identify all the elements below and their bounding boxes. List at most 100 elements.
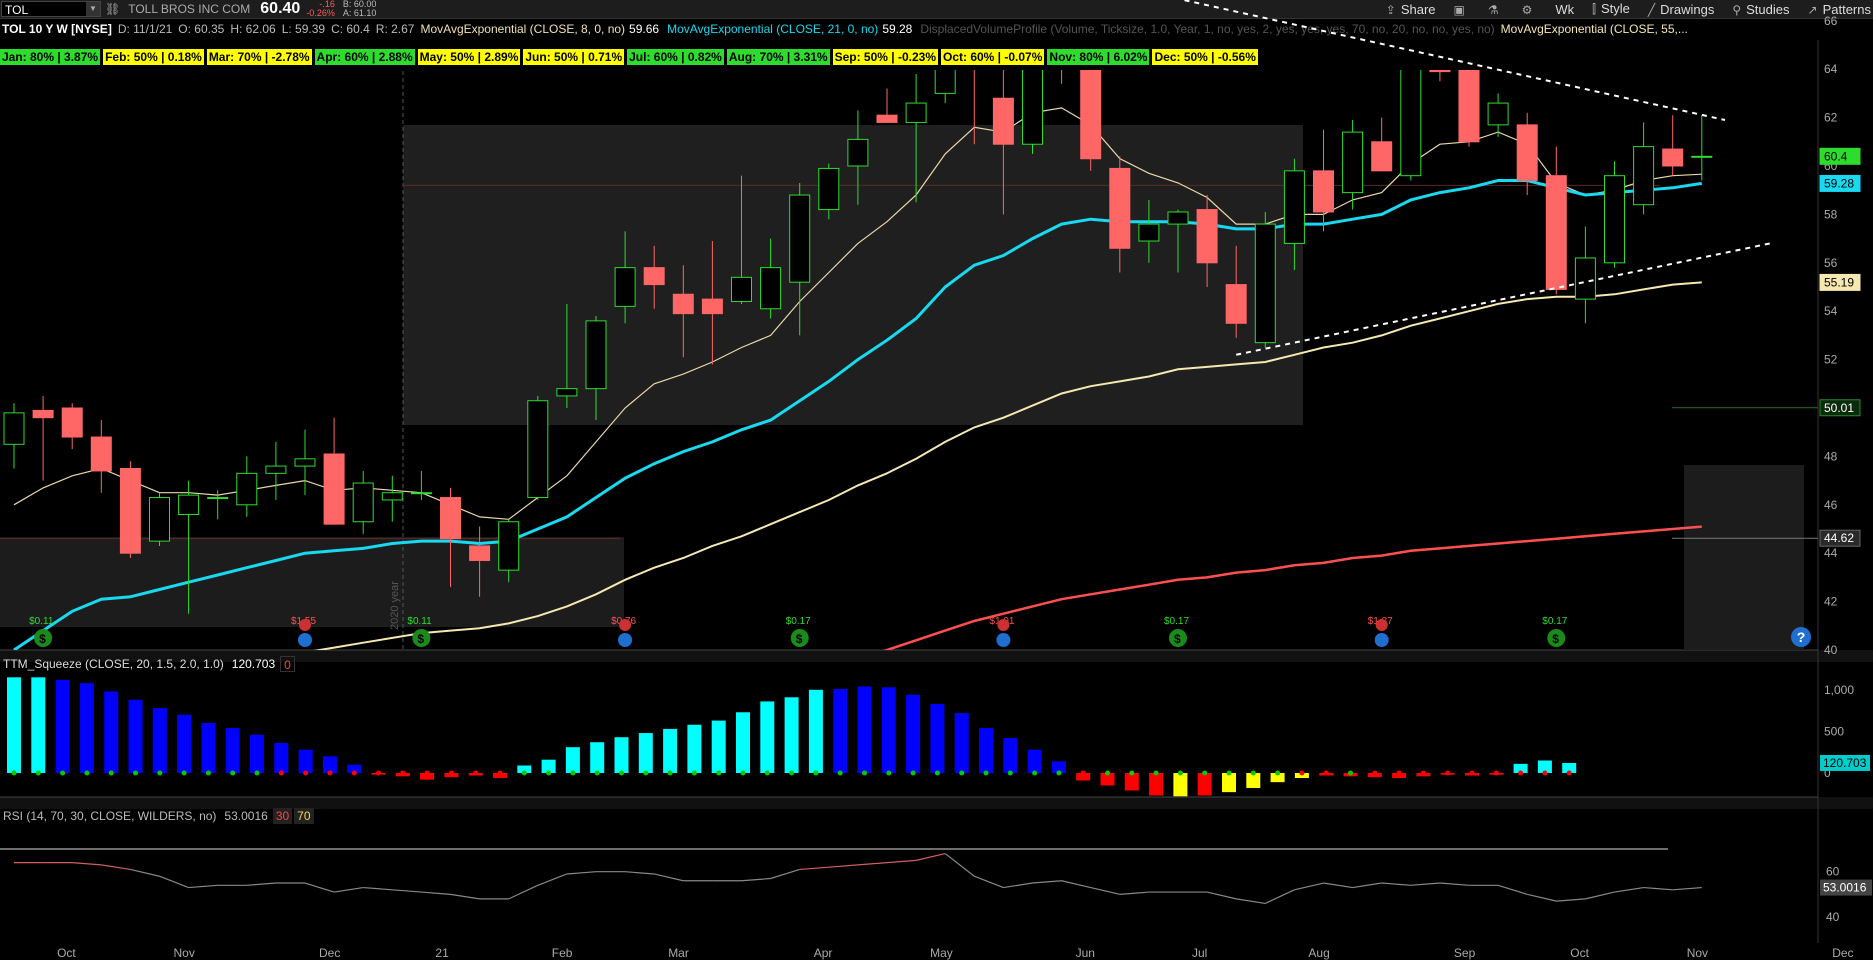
candle	[236, 456, 258, 517]
ttm-dot	[862, 770, 867, 776]
candle-body-up	[1633, 146, 1655, 206]
candle-body-up	[789, 194, 811, 283]
ttm-dot	[1469, 770, 1475, 776]
symbol-input[interactable]: TOL ▼	[1, 1, 101, 17]
candle-body-up	[149, 497, 170, 542]
ohlc-open: O: 60.35	[178, 22, 225, 36]
settings-button[interactable]: ⚙	[1522, 2, 1538, 17]
ttm-value-bubble-label: 120.703	[1823, 756, 1867, 770]
candle	[614, 231, 636, 324]
help-icon[interactable]: ?	[1791, 627, 1811, 647]
price-bubble-label: 60.4	[1824, 149, 1848, 163]
dvp-label[interactable]: DisplacedVolumeProfile (Volume, Ticksize…	[918, 21, 1496, 37]
screenshot-button[interactable]: ▣	[1454, 2, 1470, 17]
candle	[323, 417, 345, 525]
chevron-down-icon[interactable]: ▼	[86, 2, 100, 16]
candle-body-down	[672, 293, 694, 315]
ttm-bar	[565, 747, 580, 773]
rsi-segment	[72, 862, 102, 866]
ttm-bar	[493, 773, 507, 778]
candle-body-down	[1662, 148, 1684, 167]
price-tick-label: 62	[1824, 111, 1838, 125]
ttm-bar	[1124, 773, 1139, 791]
ttm-bar	[1537, 760, 1552, 773]
price-tick-label: 50	[1824, 401, 1838, 415]
ttm-dot	[1056, 770, 1062, 776]
rsi-segment	[1323, 882, 1353, 889]
ttm-dot	[1396, 770, 1402, 776]
main-pane	[3, 70, 1713, 650]
style-button[interactable]: ⫿ Style	[1592, 1, 1630, 17]
flask-study-icon: ⚲	[1732, 2, 1742, 17]
rsi-study-name[interactable]: RSI (14, 70, 30, CLOSE, WILDERS, no)	[0, 808, 219, 824]
ttm-study-name[interactable]: TTM_Squeeze (CLOSE, 20, 1.5, 2.0, 1.0)	[0, 656, 227, 672]
candle	[1516, 112, 1538, 196]
candle-body-down	[701, 298, 723, 315]
seasonality-chip-9: Oct: 60% | -0.07%	[941, 49, 1045, 65]
period-button[interactable]: Wk	[1555, 2, 1574, 17]
seasonality-chip-6: Jul: 60% | 0.82%	[627, 49, 724, 65]
candle	[1371, 117, 1393, 172]
candle-body-down	[1196, 209, 1218, 264]
ema55-line	[313, 281, 1702, 650]
ttm-dot	[1299, 770, 1305, 776]
candle-body-up	[1283, 170, 1305, 244]
candle-body-up	[905, 102, 927, 123]
time-tick-label: Sep	[1454, 946, 1476, 960]
earnings-info-icon	[1374, 633, 1389, 647]
ttm-dot	[1007, 770, 1013, 776]
link-icon[interactable]: ⛓	[105, 2, 120, 16]
ttm-dot	[1372, 770, 1378, 776]
ttm-bar	[808, 689, 823, 773]
patterns-button[interactable]: ↗ Patterns	[1808, 2, 1871, 17]
ttm-bar	[347, 764, 362, 773]
ttm-value: 120.703	[231, 657, 276, 671]
ttm-dot	[1275, 770, 1281, 776]
dividend-icon-glyph: $	[417, 632, 424, 646]
rsi-segment	[130, 868, 160, 877]
price-tick-label: 64	[1824, 62, 1838, 76]
rsi-segment	[1352, 882, 1382, 889]
candle-body-up	[178, 494, 200, 515]
ttm-dot	[1153, 770, 1159, 776]
ema21-label[interactable]: MovAvgExponential (CLOSE, 21, 0, no)	[665, 21, 880, 37]
rsi-segment	[1497, 884, 1528, 895]
candle-body-up	[1574, 257, 1596, 300]
candle-body-down	[1545, 175, 1567, 290]
seasonality-chip-8: Sep: 50% | -0.23%	[832, 49, 938, 65]
ttm-bar	[687, 724, 702, 773]
ttm-dot	[643, 770, 649, 776]
candle	[440, 487, 461, 588]
rsi-pane	[0, 848, 1702, 905]
ttm-dot	[983, 770, 989, 776]
price-bubble-label: 50.01	[1824, 401, 1854, 415]
ttm-bar	[954, 713, 969, 773]
change-pct: -0.26%	[306, 8, 335, 18]
ttm-bar	[468, 773, 483, 776]
seasonality-chip-7: Aug: 70% | 3.31%	[726, 49, 830, 65]
ttm-bar	[274, 743, 289, 773]
ttm-bar	[1270, 773, 1285, 783]
rsi-segment	[1061, 880, 1091, 889]
candle-body-up	[352, 482, 374, 523]
candle-body-up	[1691, 155, 1713, 158]
rsi-segment	[101, 864, 131, 871]
ema8-label[interactable]: MovAvgExponential (CLOSE, 8, 0, no)	[418, 21, 627, 37]
share-button[interactable]: ⇪ Share	[1386, 2, 1436, 17]
sma200-line	[883, 525, 1702, 650]
candle-body-up	[1400, 70, 1422, 177]
ttm-bar	[1465, 773, 1479, 776]
rsi-segment	[1090, 886, 1120, 895]
time-tick-label: Mar	[668, 946, 689, 960]
ema55-label[interactable]: MovAvgExponential (CLOSE, 55,...	[1499, 21, 1690, 37]
candle	[847, 110, 869, 205]
candle	[1400, 70, 1422, 181]
ttm-bar	[1051, 761, 1066, 773]
ttm-dot	[910, 770, 916, 776]
candle-body-up	[207, 497, 229, 500]
ttm-dot	[521, 770, 527, 776]
studies-button[interactable]: ⚲ Studies	[1732, 2, 1789, 17]
flask-button[interactable]: ⚗	[1488, 2, 1504, 17]
drawings-button[interactable]: ╱ Drawings	[1648, 2, 1714, 17]
candle-body-down	[323, 453, 345, 525]
